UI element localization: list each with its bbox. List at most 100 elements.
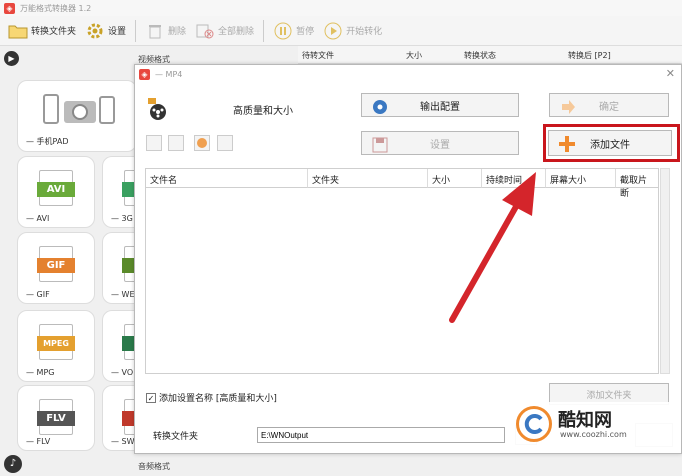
play-small-icon[interactable] — [194, 135, 210, 151]
format-tile-avi[interactable]: AVI — AVI — [17, 156, 95, 228]
coozhi-logo-icon — [516, 406, 552, 442]
output-folder-input[interactable] — [257, 427, 505, 443]
start-convert-label: 开始转化 — [346, 27, 383, 37]
film-reel-icon — [147, 97, 169, 124]
vob-badge: V — [122, 336, 134, 351]
flv-badge: FLV — [37, 411, 75, 426]
add-setting-name-checkbox[interactable]: ✓ 添加设置名称 [高质量和大小] — [146, 391, 277, 404]
settings-dialog-label: 设置 — [430, 139, 450, 151]
format-tile-vob[interactable]: V — VO — [102, 310, 134, 382]
preset-label: 高质量和大小 — [233, 106, 293, 117]
dialog-titlebar: ◈ — MP4 — [135, 65, 681, 83]
output-config-button[interactable]: 输出配置 — [361, 93, 519, 117]
col-after[interactable]: 转换后 [P2] — [568, 50, 611, 61]
add-folder-dialog-label: 添加文件夹 — [586, 390, 632, 401]
disc-icon — [372, 99, 388, 115]
col-size[interactable]: 大小 — [406, 50, 422, 61]
add-file-small-icon[interactable] — [146, 135, 162, 151]
format-tile-webm[interactable]: W — WE — [102, 232, 134, 304]
file-grid[interactable]: 文件名 文件夹 大小 持续时间 屏幕大小 截取片断 — [145, 168, 659, 374]
gear-icon — [85, 22, 105, 40]
app-title: 万能格式转换器 1.2 — [20, 3, 92, 13]
col-folder[interactable]: 文件夹 — [308, 169, 428, 188]
folder-icon — [8, 22, 28, 40]
output-folder-label: 转换文件夹 — [153, 432, 199, 442]
format-tile-3gp[interactable]: 3 — 3G — [102, 156, 134, 228]
confirm-button[interactable]: 确定 — [549, 93, 669, 117]
dialog-title: — MP4 — [155, 69, 183, 79]
col-pending-file[interactable]: 待转文件 — [302, 50, 334, 61]
pause-icon — [273, 22, 293, 40]
tile-label: — SW — [111, 437, 134, 446]
mpeg-badge: MPEG — [37, 336, 75, 351]
red-arrow-annotation — [449, 172, 536, 323]
format-tile-swf[interactable]: S — SW — [102, 385, 134, 451]
tile-label: — MPG — [26, 368, 55, 377]
vob-file-icon: V — [122, 324, 134, 360]
format-tile-flv[interactable]: FLV — FLV — [17, 385, 95, 451]
avi-file-icon: AVI — [37, 170, 75, 206]
swf-file-icon: S — [122, 399, 134, 435]
music-note-icon[interactable]: ♪ — [4, 455, 22, 473]
webm-badge: W — [122, 258, 134, 273]
close-icon[interactable]: ✕ — [666, 67, 675, 80]
tile-label: — FLV — [26, 437, 51, 446]
3gp-badge: 3 — [122, 182, 134, 197]
save-icon — [372, 137, 388, 153]
highlight-box — [543, 124, 680, 162]
tile-label: — WE — [111, 290, 134, 299]
format-tile-mpg[interactable]: MPEG — MPG — [17, 310, 95, 382]
pause-button[interactable]: 暂停 — [273, 22, 314, 40]
tile-label: — VO — [111, 368, 134, 377]
gif-badge: GIF — [37, 258, 75, 273]
toolbar-divider — [135, 19, 137, 42]
phone-camera-icon — [42, 91, 116, 130]
format-tile-gif[interactable]: GIF — GIF — [17, 232, 95, 304]
toolbar-divider — [263, 19, 265, 42]
watermark-name: 酷知网 — [558, 410, 612, 431]
flv-file-icon: FLV — [37, 399, 75, 435]
swf-badge: S — [122, 411, 134, 426]
format-tile-phone-pad[interactable]: — 手机PAD — [17, 80, 137, 152]
checkbox-checked-icon[interactable]: ✓ — [146, 392, 156, 403]
mp4-dialog: ◈ — MP4 ✕ 高质量和大小 输出配置 确定 设置 添加文件 文件名 文件夹… — [134, 64, 682, 454]
add-folder-button[interactable]: 转换文件夹 — [8, 22, 76, 40]
col-status[interactable]: 转换状态 — [464, 50, 496, 61]
remove-file-small-icon[interactable] — [168, 135, 184, 151]
mpeg-file-icon: MPEG — [37, 324, 75, 360]
3gp-file-icon: 3 — [122, 170, 134, 206]
delete-all-button[interactable]: 全部删除 — [195, 22, 254, 40]
delete-all-icon — [195, 22, 215, 40]
info-small-icon[interactable] — [217, 135, 233, 151]
settings-button[interactable]: 设置 — [85, 22, 126, 40]
grid-scrollbar[interactable] — [660, 168, 670, 374]
file-list-header: 待转文件 大小 转换状态 转换后 [P2] — [298, 46, 682, 64]
add-setting-name-label: 添加设置名称 [高质量和大小] — [159, 394, 277, 404]
settings-dialog-button[interactable]: 设置 — [361, 131, 519, 155]
avi-badge: AVI — [37, 182, 75, 197]
col-filename[interactable]: 文件名 — [146, 169, 308, 188]
dialog-logo-icon: ◈ — [139, 68, 150, 80]
tile-label: — 3G — [111, 214, 133, 223]
play-icon[interactable]: ▶ — [4, 51, 19, 66]
delete-label: 删除 — [168, 27, 187, 37]
pause-label: 暂停 — [296, 27, 315, 37]
settings-label: 设置 — [108, 27, 127, 37]
col-screen-size[interactable]: 屏幕大小 — [546, 169, 616, 188]
audio-section-label: 音频格式 — [138, 462, 170, 471]
main-toolbar: 转换文件夹 设置 删除 全部删除 暂停 开始转化 — [0, 16, 682, 46]
watermark-url: www.coozhi.com — [560, 430, 627, 439]
tile-label: — 手机PAD — [26, 137, 69, 146]
app-logo-icon: ◈ — [4, 2, 15, 14]
delete-button[interactable]: 删除 — [145, 22, 186, 40]
confirm-label: 确定 — [599, 101, 619, 113]
trash-icon — [145, 22, 165, 40]
col-clip[interactable]: 截取片断 — [616, 169, 658, 199]
tile-label: — GIF — [26, 290, 50, 299]
webm-file-icon: W — [122, 246, 134, 282]
start-convert-button[interactable]: 开始转化 — [323, 22, 382, 40]
app-titlebar: ◈ 万能格式转换器 1.2 — [0, 0, 682, 16]
play-icon — [323, 22, 343, 40]
watermark: 酷知网 www.coozhi.com — [510, 402, 680, 448]
add-folder-label: 转换文件夹 — [31, 27, 77, 37]
